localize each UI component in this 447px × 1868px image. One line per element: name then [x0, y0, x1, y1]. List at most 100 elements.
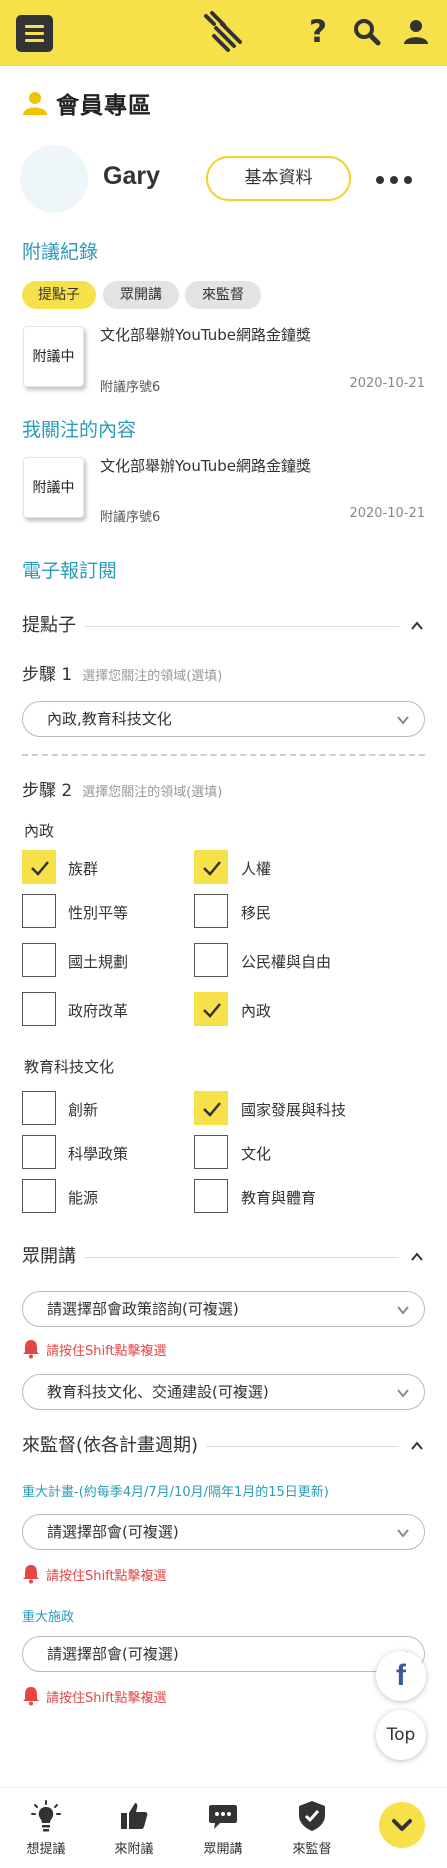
ministry-select-2-value: 請選擇部會(可複選) — [47, 1645, 179, 1663]
checkbox[interactable] — [194, 943, 228, 977]
checkbox[interactable] — [194, 1135, 228, 1169]
lightbulb-icon — [31, 1800, 61, 1832]
followed-date: 2020-10-21 — [349, 506, 425, 521]
shift-warning-text: 請按住Shift點擊複選 — [46, 1690, 167, 1706]
expand-button[interactable] — [379, 1802, 425, 1848]
bell-icon — [23, 1687, 39, 1706]
checkbox[interactable] — [22, 1179, 56, 1213]
checkbox[interactable] — [194, 1179, 228, 1213]
followed-content-title: 我關注的內容 — [22, 419, 137, 441]
followed-title[interactable]: 文化部舉辦YouTube網路金鐘獎 — [100, 455, 311, 476]
major-policy-note: 重大施政 — [22, 1610, 75, 1625]
back-to-top-button[interactable]: Top — [376, 1710, 426, 1760]
checkbox-label[interactable]: 文化 — [241, 1143, 271, 1164]
checkbox[interactable] — [194, 850, 228, 884]
group-label-interior: 內政 — [24, 822, 55, 840]
checkbox[interactable] — [194, 1091, 228, 1125]
checkbox[interactable] — [194, 894, 228, 928]
checkbox-label[interactable]: 性別平等 — [68, 902, 128, 923]
checkbox[interactable] — [22, 894, 56, 928]
shift-warning-text: 請按住Shift點擊複選 — [46, 1568, 167, 1584]
checkbox-label[interactable]: 科學政策 — [68, 1143, 128, 1164]
field-select[interactable]: 內政,教育科技文化 — [22, 701, 425, 737]
record-title[interactable]: 文化部舉辦YouTube網路金鐘獎 — [100, 324, 311, 345]
more-options-icon[interactable] — [376, 170, 412, 190]
tab-propose[interactable]: 想提議 — [6, 1788, 86, 1868]
talk-accordion-title: 眾開講 — [22, 1243, 84, 1271]
shift-warning-text: 請按住Shift點擊複選 — [46, 1343, 167, 1359]
checkmark-icon — [203, 861, 221, 876]
checkbox[interactable] — [22, 1135, 56, 1169]
checkbox[interactable] — [194, 992, 228, 1026]
step-1-label: 步驟 1 — [22, 665, 73, 685]
policy-consult-select[interactable]: 請選擇部會政策諮詢(可複選) — [22, 1291, 425, 1327]
chevron-up-icon[interactable] — [409, 618, 425, 634]
hamburger-menu-icon[interactable] — [16, 15, 53, 52]
chip-supervise[interactable]: 來監督 — [185, 281, 261, 309]
talk-accordion-header[interactable]: 眾開講 — [22, 1243, 425, 1271]
shield-check-icon — [299, 1801, 325, 1831]
ministry-select-2[interactable]: 請選擇部會(可複選) — [22, 1636, 425, 1672]
checkbox-label[interactable]: 創新 — [68, 1099, 98, 1120]
username: Gary — [103, 162, 160, 190]
supervise-accordion-header[interactable]: 來監督(依各計畫週期) — [22, 1432, 425, 1460]
step-2-hint: 選擇您關注的領域(選填) — [82, 785, 223, 800]
chip-idea[interactable]: 提點子 — [22, 281, 96, 309]
newsletter-title: 電子報訂閱 — [22, 560, 118, 582]
chip-talk[interactable]: 眾開講 — [103, 281, 179, 309]
status-stamp: 附議中 — [23, 457, 84, 518]
profile-button[interactable]: 基本資料 — [206, 156, 351, 201]
group-label-education: 教育科技文化 — [24, 1058, 115, 1076]
status-stamp: 附議中 — [23, 326, 84, 387]
checkbox-label[interactable]: 能源 — [68, 1187, 98, 1208]
idea-accordion-header[interactable]: 提點子 — [22, 612, 425, 640]
step-1-hint: 選擇您關注的領域(選填) — [82, 669, 223, 684]
checkbox-label[interactable]: 內政 — [241, 1000, 271, 1021]
checkbox-label[interactable]: 移民 — [241, 902, 271, 923]
tab-cosign[interactable]: 來附議 — [94, 1788, 174, 1868]
help-icon[interactable]: ? — [304, 14, 332, 50]
checkbox-label[interactable]: 族群 — [68, 858, 98, 879]
chat-bubble-icon — [209, 1805, 237, 1829]
bell-icon — [23, 1340, 39, 1359]
checkbox-label[interactable]: 政府改革 — [68, 1000, 128, 1021]
checkbox[interactable] — [22, 943, 56, 977]
tab-cosign-label: 來附議 — [114, 1842, 154, 1857]
checkmark-icon — [203, 1102, 221, 1117]
checkbox-label[interactable]: 國土規劃 — [68, 951, 128, 972]
step-2: 步驟 2 選擇您關注的領域(選填) — [22, 776, 222, 801]
step-2-label: 步驟 2 — [22, 781, 73, 801]
talk-topic-select[interactable]: 教育科技文化、交通建設(可複選) — [22, 1374, 425, 1410]
step-1: 步驟 1 選擇您關注的領域(選填) — [22, 660, 222, 685]
shift-warning: 請按住Shift點擊複選 — [22, 1338, 167, 1360]
checkbox[interactable] — [22, 850, 56, 884]
chevron-down-icon — [397, 1306, 409, 1315]
logo-icon[interactable] — [202, 10, 246, 54]
search-icon[interactable] — [352, 17, 382, 47]
major-project-note: 重大計畫-(約每季4月/7月/10月/隔年1月的15日更新) — [22, 1485, 329, 1500]
shift-warning: 請按住Shift點擊複選 — [22, 1563, 167, 1585]
record-date: 2020-10-21 — [349, 376, 425, 391]
checkbox[interactable] — [22, 992, 56, 1026]
tab-supervise-label: 來監督 — [292, 1842, 332, 1857]
chevron-up-icon[interactable] — [409, 1438, 425, 1454]
chevron-down-icon — [397, 1529, 409, 1538]
checkbox-label[interactable]: 人權 — [241, 858, 271, 879]
bell-icon — [23, 1565, 39, 1584]
supervise-accordion-title: 來監督(依各計畫週期) — [22, 1432, 207, 1460]
checkbox[interactable] — [22, 1091, 56, 1125]
divider — [22, 754, 425, 756]
tab-supervise[interactable]: 來監督 — [272, 1788, 352, 1868]
tab-talk[interactable]: 眾開講 — [183, 1788, 263, 1868]
ministry-select-value: 請選擇部會(可複選) — [47, 1523, 179, 1541]
checkbox-label[interactable]: 公民權與自由 — [241, 951, 331, 972]
shift-warning: 請按住Shift點擊複選 — [22, 1685, 167, 1707]
user-icon[interactable] — [401, 17, 431, 47]
member-area-title-text: 會員專區 — [56, 93, 152, 119]
chevron-up-icon[interactable] — [409, 1249, 425, 1265]
checkbox-label[interactable]: 國家發展與科技 — [241, 1099, 346, 1120]
chevron-down-icon — [397, 1389, 409, 1398]
ministry-select[interactable]: 請選擇部會(可複選) — [22, 1514, 425, 1550]
facebook-share-icon[interactable]: f — [376, 1651, 426, 1701]
checkbox-label[interactable]: 教育與體育 — [241, 1187, 316, 1208]
